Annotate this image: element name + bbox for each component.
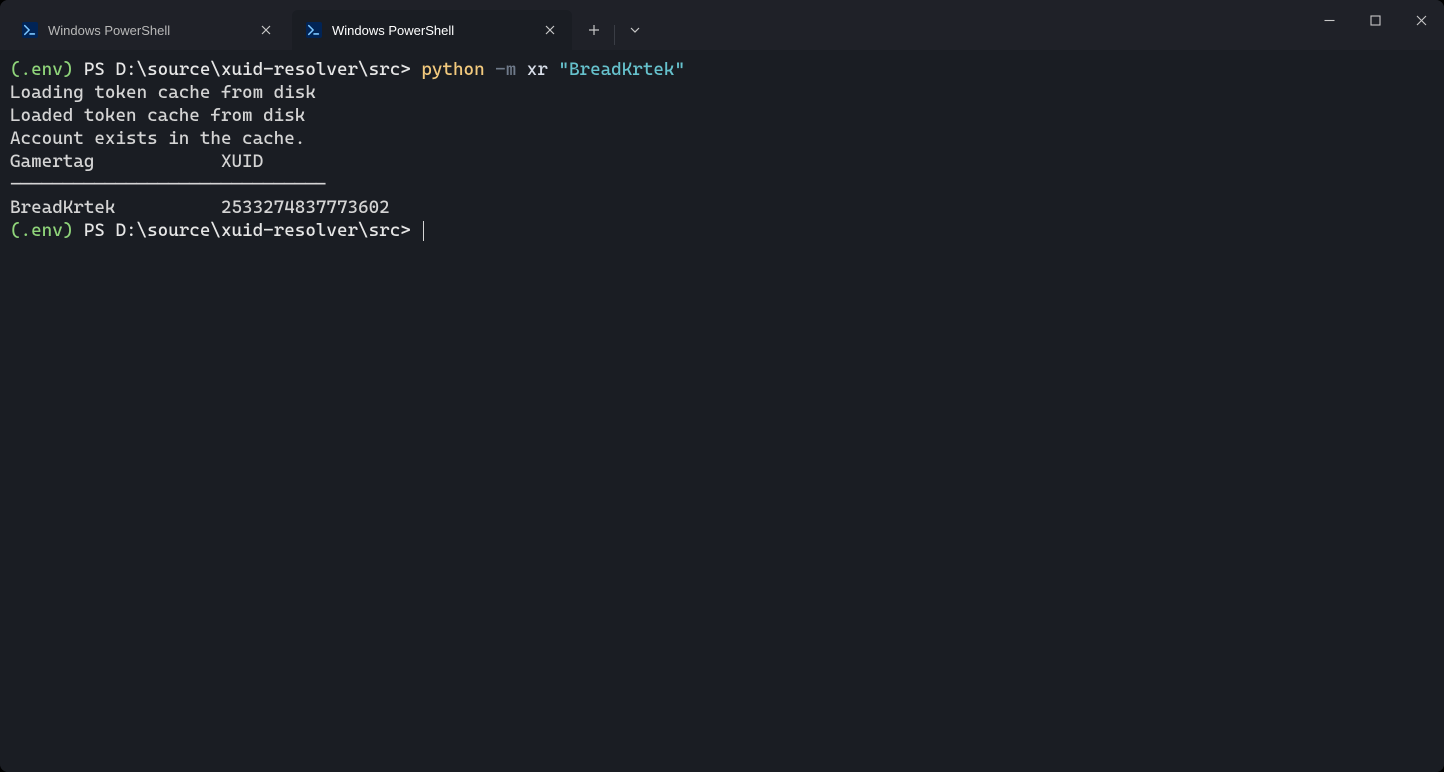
- cmd-flag: -m: [495, 59, 516, 80]
- maximize-button[interactable]: [1352, 0, 1398, 40]
- cmd-python: python: [421, 59, 484, 80]
- tab-title: Windows PowerShell: [48, 23, 248, 38]
- powershell-icon: [306, 22, 322, 38]
- tab-close-button[interactable]: [256, 20, 276, 40]
- titlebar: Windows PowerShell Windows PowerShell: [0, 0, 1444, 50]
- new-tab-button[interactable]: [576, 10, 612, 50]
- powershell-icon: [22, 22, 38, 38]
- output-divider: ------------------------------: [10, 174, 326, 195]
- minimize-button[interactable]: [1306, 0, 1352, 40]
- prompt-venv: (.env): [10, 59, 73, 80]
- tab-powershell-2[interactable]: Windows PowerShell: [292, 10, 572, 50]
- output-row: BreadKrtek 2533274837773602: [10, 197, 390, 218]
- tab-title: Windows PowerShell: [332, 23, 532, 38]
- prompt-path: D:\source\xuid-resolver\src>: [115, 59, 410, 80]
- close-button[interactable]: [1398, 0, 1444, 40]
- prompt-ps: PS: [73, 220, 115, 241]
- output-line: Loaded token cache from disk: [10, 105, 305, 126]
- tab-actions: [576, 0, 653, 50]
- output-line: Loading token cache from disk: [10, 82, 316, 103]
- output-line: Account exists in the cache.: [10, 128, 305, 149]
- tab-dropdown-button[interactable]: [617, 10, 653, 50]
- terminal-content[interactable]: (.env) PS D:\source\xuid-resolver\src> p…: [0, 50, 1444, 772]
- tab-powershell-1[interactable]: Windows PowerShell: [8, 10, 288, 50]
- prompt-ps: PS: [73, 59, 115, 80]
- output-header: Gamertag XUID: [10, 151, 263, 172]
- prompt-path: D:\source\xuid-resolver\src>: [115, 220, 410, 241]
- cmd-module: xr: [527, 59, 548, 80]
- cmd-string: "BreadKrtek": [558, 59, 685, 80]
- terminal-window: Windows PowerShell Windows PowerShell: [0, 0, 1444, 772]
- divider: [614, 25, 615, 45]
- prompt-venv: (.env): [10, 220, 73, 241]
- tab-strip: Windows PowerShell Windows PowerShell: [0, 0, 576, 50]
- cursor: [423, 221, 424, 241]
- window-controls: [1306, 0, 1444, 50]
- tab-close-button[interactable]: [540, 20, 560, 40]
